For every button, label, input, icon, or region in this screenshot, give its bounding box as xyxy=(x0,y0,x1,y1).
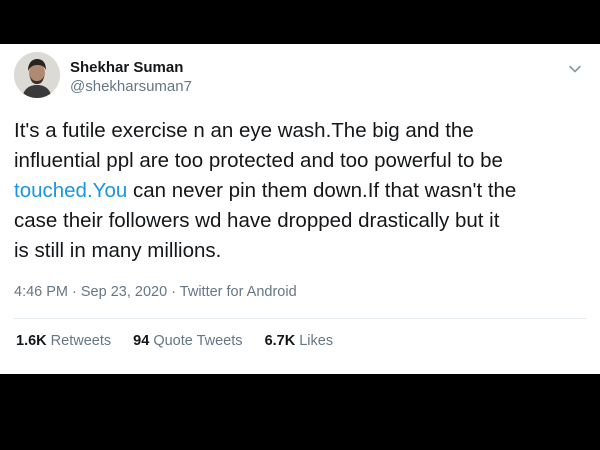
quote-tweets-stat[interactable]: 94 Quote Tweets xyxy=(133,331,242,351)
quote-tweets-label: Quote Tweets xyxy=(153,333,243,349)
tweet-link[interactable]: touched.You xyxy=(14,179,127,202)
retweets-stat[interactable]: 1.6K Retweets xyxy=(16,331,111,351)
retweets-label: Retweets xyxy=(50,333,112,349)
quote-tweets-count: 94 xyxy=(133,333,150,349)
divider xyxy=(14,318,586,319)
tweet-time[interactable]: 4:46 PM xyxy=(14,284,68,300)
meta-separator: · xyxy=(68,284,81,300)
likes-stat[interactable]: 6.7K Likes xyxy=(265,331,334,351)
screenshot-frame: Shekhar Suman @shekharsuman7 It's a futi… xyxy=(0,0,600,450)
likes-count: 6.7K xyxy=(264,333,296,349)
tweet-card: Shekhar Suman @shekharsuman7 It's a futi… xyxy=(0,44,600,374)
tweet-date[interactable]: Sep 23, 2020 xyxy=(81,284,167,300)
avatar[interactable] xyxy=(14,52,60,98)
likes-label: Likes xyxy=(299,333,334,349)
tweet-stats: 1.6K Retweets 94 Quote Tweets 6.7K Likes xyxy=(16,331,351,351)
retweets-count: 1.6K xyxy=(16,333,47,349)
author-display-name[interactable]: Shekhar Suman xyxy=(70,58,192,78)
author-handle[interactable]: @shekharsuman7 xyxy=(70,78,192,96)
tweet-meta: 4:46 PM · Sep 23, 2020 · Twitter for And… xyxy=(14,282,297,302)
chevron-down-icon[interactable] xyxy=(568,62,582,76)
tweet-text-part-1: It's a futile exercise n an eye wash.The… xyxy=(14,119,503,172)
meta-separator: · xyxy=(167,284,180,300)
tweet-text: It's a futile exercise n an eye wash.The… xyxy=(14,116,594,266)
tweet-source[interactable]: Twitter for Android xyxy=(180,284,297,300)
author-block: Shekhar Suman @shekharsuman7 xyxy=(70,58,192,96)
